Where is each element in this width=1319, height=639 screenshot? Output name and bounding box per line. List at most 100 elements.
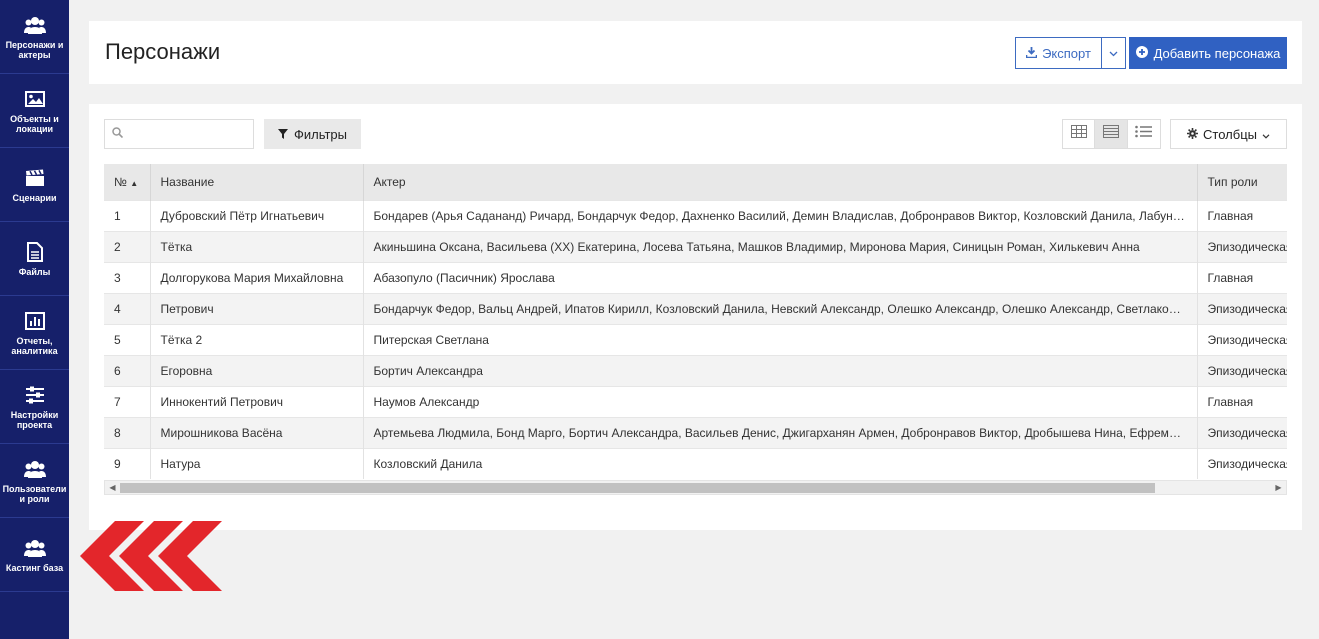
sidebar-item-label: Пользователи и роли: [2, 483, 67, 504]
page-header: Персонажи Экспорт Добавить персонажа: [89, 21, 1302, 84]
cell-number: 1: [104, 199, 151, 231]
cell-role-type: Главная: [1197, 261, 1287, 293]
sidebar-item-reports[interactable]: Отчеты, аналитика: [0, 296, 69, 370]
column-header-role-type[interactable]: Тип роли: [1197, 164, 1287, 200]
table-header-row: № ▲ Название Актер Тип роли: [104, 164, 1287, 200]
cell-number: 3: [104, 261, 151, 293]
cell-role-type: Главная: [1197, 199, 1287, 231]
image-icon: [24, 88, 46, 110]
sidebar-item-characters[interactable]: Персонажи и актеры: [0, 0, 69, 74]
sidebar-item-label: Персонажи и актеры: [5, 39, 64, 60]
cell-name: Егоровна: [150, 354, 364, 386]
cell-role-type: Эпизодическая: [1197, 230, 1287, 262]
users-icon: [23, 458, 46, 480]
cell-role-type: Эпизодическая: [1197, 416, 1287, 448]
column-header-number[interactable]: № ▲: [104, 164, 151, 200]
table-row[interactable]: 4 Петрович Бондарчук Федор, Вальц Андрей…: [104, 292, 1287, 324]
sidebar-item-objects[interactable]: Объекты и локации: [0, 74, 69, 148]
view-list-button[interactable]: [1128, 120, 1160, 148]
sidebar-item-casting[interactable]: Кастинг база: [0, 518, 69, 592]
cell-name: Тётка 2: [150, 323, 364, 355]
sidebar-item-label: Объекты и локации: [10, 113, 59, 134]
filters-button[interactable]: Фильтры: [264, 119, 361, 149]
chevron-down-icon: [1262, 127, 1270, 142]
table-row[interactable]: 8 Мирошникова Васёна Артемьева Людмила, …: [104, 416, 1287, 448]
search-input[interactable]: [129, 121, 249, 147]
scroll-left-icon[interactable]: ◀: [105, 481, 120, 494]
chevron-logo-icon: [80, 521, 222, 591]
scrollbar-thumb[interactable]: [120, 483, 1155, 493]
gear-icon: [1187, 127, 1199, 142]
cell-name: Натура: [150, 447, 364, 479]
cell-actor: Абазопуло (Пасичник) Ярослава: [363, 261, 1198, 293]
cell-role-type: Эпизодическая: [1197, 354, 1287, 386]
table-row[interactable]: 5 Тётка 2 Питерская Светлана Эпизодическ…: [104, 323, 1287, 355]
cell-actor: Акиньшина Оксана, Васильева (XX) Екатери…: [363, 230, 1198, 262]
cell-name: Тётка: [150, 230, 364, 262]
cell-name: Дубровский Пётр Игнатьевич: [150, 199, 364, 231]
cell-actor: Артемьева Людмила, Бонд Марго, Бортич Ал…: [363, 416, 1198, 448]
characters-panel: Фильтры Столбцы № ▲ Название Актер Тип р…: [89, 104, 1302, 530]
sidebar: Персонажи и актеры Объекты и локации Сце…: [0, 0, 69, 639]
cell-actor: Бондарев (Арья Садананд) Ричард, Бондарч…: [363, 199, 1198, 231]
add-character-label: Добавить персонажа: [1153, 45, 1281, 61]
table-row[interactable]: 9 Натура Козловский Данила Эпизодическая: [104, 447, 1287, 479]
sidebar-item-label: Кастинг база: [5, 562, 64, 573]
table-row[interactable]: 1 Дубровский Пётр Игнатьевич Бондарев (А…: [104, 199, 1287, 231]
table-grid-icon: [1070, 125, 1087, 143]
cell-role-type: Эпизодическая: [1197, 323, 1287, 355]
filter-icon: [277, 127, 288, 142]
sidebar-item-files[interactable]: Файлы: [0, 222, 69, 296]
sidebar-item-users-roles[interactable]: Пользователи и роли: [0, 444, 69, 518]
cell-number: 8: [104, 416, 151, 448]
cell-name: Петрович: [150, 292, 364, 324]
column-header-actor[interactable]: Актер: [363, 164, 1198, 200]
view-table-button[interactable]: [1095, 120, 1128, 148]
search-icon: [112, 125, 124, 143]
cell-role-type: Эпизодическая: [1197, 447, 1287, 479]
cell-name: Иннокентий Петрович: [150, 385, 364, 417]
cell-number: 9: [104, 447, 151, 479]
cell-role-type: Эпизодическая: [1197, 292, 1287, 324]
chevron-down-icon: [1109, 44, 1118, 62]
filters-label: Фильтры: [293, 126, 347, 142]
table-row[interactable]: 3 Долгорукова Мария Михайловна Абазопуло…: [104, 261, 1287, 293]
plus-circle-icon: [1135, 45, 1148, 61]
sidebar-item-label: Отчеты, аналитика: [11, 335, 58, 356]
characters-table: № ▲ Название Актер Тип роли 1 Дубровский…: [104, 164, 1287, 480]
sidebar-item-label: Сценарии: [12, 192, 57, 203]
sidebar-item-scripts[interactable]: Сценарии: [0, 148, 69, 222]
users-icon: [23, 537, 46, 559]
scroll-right-icon[interactable]: ▶: [1271, 481, 1286, 494]
file-icon: [24, 241, 46, 263]
export-button[interactable]: Экспорт: [1015, 37, 1102, 69]
sidebar-item-settings[interactable]: Настройки проекта: [0, 370, 69, 444]
view-grid-button[interactable]: [1063, 120, 1096, 148]
table-row[interactable]: 7 Иннокентий Петрович Наумов Александр Г…: [104, 385, 1287, 417]
sidebar-item-label: Настройки проекта: [10, 409, 59, 430]
table-row[interactable]: 2 Тётка Акиньшина Оксана, Васильева (XX)…: [104, 230, 1287, 262]
cell-actor: Бортич Александра: [363, 354, 1198, 386]
column-header-name[interactable]: Название: [150, 164, 364, 200]
column-header-label: №: [114, 174, 127, 189]
view-mode-switcher: [1062, 119, 1161, 149]
sidebar-item-label: Файлы: [18, 266, 51, 277]
export-label: Экспорт: [1042, 45, 1091, 61]
horizontal-scrollbar[interactable]: ◀ ▶: [104, 480, 1287, 495]
add-character-button[interactable]: Добавить персонажа: [1129, 37, 1287, 69]
sliders-icon: [24, 384, 46, 406]
search-box[interactable]: [104, 119, 254, 149]
clapperboard-icon: [24, 167, 46, 189]
cell-name: Долгорукова Мария Михайловна: [150, 261, 364, 293]
cell-actor: Питерская Светлана: [363, 323, 1198, 355]
columns-button[interactable]: Столбцы: [1170, 119, 1287, 149]
cell-name: Мирошникова Васёна: [150, 416, 364, 448]
cell-role-type: Главная: [1197, 385, 1287, 417]
table-rows-icon: [1103, 125, 1120, 143]
export-dropdown-button[interactable]: [1101, 37, 1126, 69]
table-row[interactable]: 6 Егоровна Бортич Александра Эпизодическ…: [104, 354, 1287, 386]
page-title: Персонажи: [105, 39, 221, 64]
cell-number: 6: [104, 354, 151, 386]
list-icon: [1135, 125, 1153, 143]
cell-actor: Козловский Данила: [363, 447, 1198, 479]
